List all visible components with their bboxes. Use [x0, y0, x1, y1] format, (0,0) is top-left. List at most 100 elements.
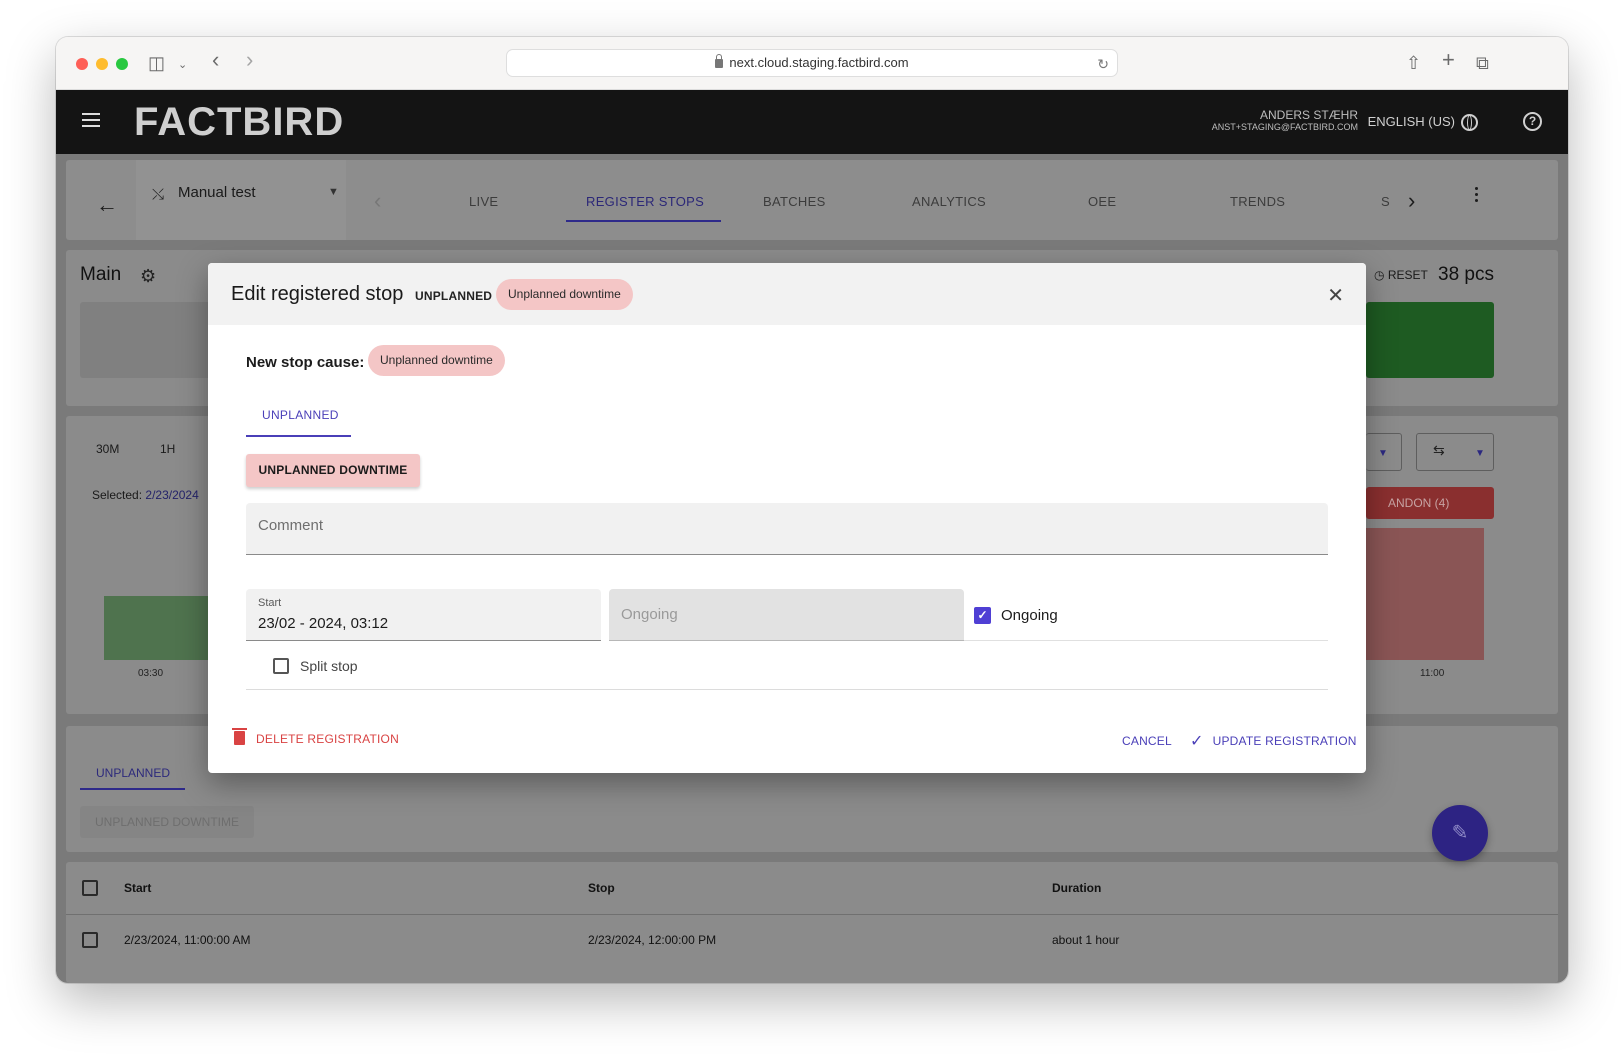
dropdown-caret-icon: ▼ — [328, 186, 339, 198]
new-tab-icon[interactable]: + — [1442, 49, 1455, 71]
address-bar[interactable]: next.cloud.staging.factbird.com ↻ — [506, 49, 1118, 77]
cancel-button[interactable]: CANCEL — [1122, 734, 1172, 748]
new-cause-label: New stop cause: — [246, 354, 365, 371]
chevron-down-icon[interactable]: ⌄ — [178, 54, 187, 76]
compare-icon: ⇆ — [1433, 442, 1445, 458]
selected-date-value[interactable]: 2/23/2024 — [145, 488, 198, 502]
selected-date: Selected: 2/23/2024 — [92, 488, 199, 502]
tab-unplanned-bg[interactable]: UNPLANNED — [96, 766, 170, 780]
tab-register-stops[interactable]: REGISTER STOPS — [586, 194, 704, 209]
line-icon: ⤯ — [152, 186, 165, 203]
minimize-window-button[interactable] — [96, 58, 108, 70]
row-divider — [66, 914, 1558, 915]
edit-fab-button[interactable]: ✎ — [1432, 805, 1488, 861]
split-stop-label: Split stop — [300, 658, 358, 674]
table-cell-duration: about 1 hour — [1052, 933, 1120, 947]
tabs-scroll-right-icon[interactable]: › — [1408, 188, 1415, 214]
tab-oee[interactable]: OEE — [1088, 194, 1116, 209]
compare-select[interactable]: ⇆ ▼ — [1416, 433, 1494, 471]
update-label: UPDATE REGISTRATION — [1212, 734, 1357, 748]
browser-window: ◫ ⌄ ‹ › next.cloud.staging.factbird.com … — [56, 37, 1568, 983]
back-icon[interactable]: ‹ — [212, 49, 219, 71]
tab-batches[interactable]: BATCHES — [763, 194, 826, 209]
language-selector[interactable]: ENGLISH (US) — [1367, 114, 1478, 132]
update-registration-button[interactable]: ✓ UPDATE REGISTRATION — [1190, 731, 1357, 751]
reload-icon[interactable]: ↻ — [1097, 51, 1109, 77]
tab-analytics[interactable]: ANALYTICS — [912, 194, 986, 209]
ongoing-checkbox[interactable]: ✓ — [974, 607, 991, 624]
maximize-window-button[interactable] — [116, 58, 128, 70]
tab-live[interactable]: LIVE — [469, 194, 498, 209]
chart-bar-stopped — [1366, 528, 1484, 660]
tabs-scroll-left-icon[interactable]: ‹ — [374, 188, 381, 214]
forward-icon[interactable]: › — [246, 49, 253, 71]
ongoing-label: Ongoing — [1001, 607, 1058, 624]
range-30m-button[interactable]: 30M — [96, 442, 119, 456]
tab-truncated[interactable]: S — [1381, 194, 1390, 209]
line-selector[interactable]: ⤯ Manual test ▼ — [136, 160, 346, 240]
comment-field[interactable] — [246, 503, 1328, 555]
table-cell-stop: 2/23/2024, 12:00:00 PM — [588, 933, 717, 947]
status-block-green — [1366, 302, 1494, 378]
pencil-icon: ✎ — [1451, 822, 1469, 844]
tab-unplanned[interactable]: UNPLANNED — [262, 408, 339, 422]
gear-icon[interactable]: ⚙ — [140, 266, 156, 287]
range-1h-button[interactable]: 1H — [160, 442, 175, 456]
help-icon[interactable]: ? — [1523, 112, 1542, 131]
selected-label: Selected: — [92, 488, 143, 502]
user-name: ANDERS STÆHR — [1259, 108, 1358, 122]
active-tab-indicator — [566, 220, 721, 222]
chart-bar-running — [104, 596, 214, 660]
andon-button[interactable]: ANDON (4) — [1366, 487, 1494, 519]
menu-icon[interactable] — [82, 113, 100, 127]
divider — [246, 689, 1328, 690]
app-header: FACTBIRD ANDERS STÆHR ANST+STAGING@FACTB… — [56, 90, 1568, 154]
delete-registration-button[interactable]: DELETE REGISTRATION — [232, 728, 399, 746]
column-header-stop[interactable]: Stop — [588, 881, 615, 895]
divider — [964, 640, 1328, 641]
dialog-header: Edit registered stop UNPLANNED Unplanned… — [208, 263, 1366, 325]
stop-field: Ongoing — [609, 589, 964, 641]
close-icon[interactable]: ✕ — [1327, 283, 1344, 308]
user-info[interactable]: ANDERS STÆHR ANST+STAGING@FACTBIRD.COM — [1212, 108, 1358, 132]
close-window-button[interactable] — [76, 58, 88, 70]
line-navigation: ← ⤯ Manual test ▼ ‹ LIVE REGISTER STOPS … — [66, 160, 1558, 240]
stop-type-label: UNPLANNED — [415, 289, 493, 303]
checkmark-icon: ✓ — [1190, 733, 1204, 750]
dialog-title: Edit registered stop — [231, 283, 404, 305]
language-label: ENGLISH (US) — [1367, 114, 1455, 129]
column-header-duration[interactable]: Duration — [1052, 881, 1101, 895]
start-label: Start — [258, 597, 282, 609]
table-cell-start: 2/23/2024, 11:00:00 AM — [124, 933, 251, 947]
unplanned-downtime-button-bg[interactable]: UNPLANNED DOWNTIME — [80, 806, 254, 838]
comment-input[interactable] — [258, 517, 1308, 534]
caret-down-icon: ▼ — [1378, 448, 1388, 459]
share-icon[interactable]: ⇧ — [1406, 52, 1421, 74]
andon-label: ANDON (4) — [1388, 496, 1450, 510]
sidebar-toggle-icon[interactable]: ◫ — [148, 52, 165, 74]
start-field[interactable]: Start 23/02 - 2024, 03:12 — [246, 589, 601, 641]
back-arrow-icon[interactable]: ← — [96, 192, 118, 218]
user-email: ANST+STAGING@FACTBIRD.COM — [1211, 122, 1358, 132]
tab-trends[interactable]: TRENDS — [1230, 194, 1285, 209]
row-checkbox[interactable] — [82, 932, 98, 948]
caret-down-icon: ▼ — [1475, 448, 1485, 459]
new-cause-chip: Unplanned downtime — [368, 345, 505, 376]
view-select[interactable]: ▼ — [1366, 433, 1402, 471]
trash-icon — [232, 728, 247, 745]
stops-table: Start Stop Duration 2/23/2024, 11:00:00 … — [66, 862, 1558, 983]
active-tab-indicator — [80, 788, 185, 790]
tab-overview-icon[interactable]: ⧉ — [1476, 52, 1489, 74]
stop-placeholder: Ongoing — [621, 606, 678, 623]
piece-count: 38 pcs — [1438, 264, 1494, 285]
reset-button[interactable]: ◷ RESET — [1374, 268, 1428, 282]
reset-label: RESET — [1387, 268, 1428, 282]
url-text: next.cloud.staging.factbird.com — [729, 55, 909, 70]
sensor-title: Main — [80, 264, 122, 285]
lock-icon — [715, 54, 724, 68]
unplanned-downtime-button[interactable]: UNPLANNED DOWNTIME — [246, 454, 420, 487]
select-all-checkbox[interactable] — [82, 880, 98, 896]
split-stop-checkbox[interactable] — [273, 658, 289, 674]
column-header-start[interactable]: Start — [124, 881, 151, 895]
more-options-icon[interactable] — [1475, 187, 1479, 205]
